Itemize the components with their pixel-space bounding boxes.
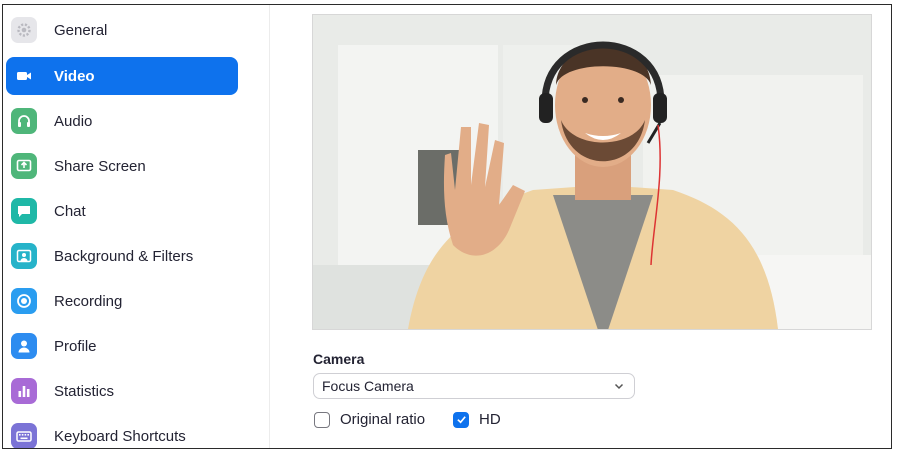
sidebar-item-share-screen[interactable]: Share Screen xyxy=(6,147,238,185)
settings-window: General Video Audio Share Screen Chat Ba… xyxy=(2,4,892,449)
video-settings-panel: Camera Focus Camera Original ratio HD xyxy=(269,5,891,448)
sidebar-item-video[interactable]: Video xyxy=(6,57,238,95)
sidebar-item-recording[interactable]: Recording xyxy=(6,282,238,320)
sidebar-item-statistics[interactable]: Statistics xyxy=(6,372,238,410)
chat-bubble-icon xyxy=(11,198,37,224)
sidebar-item-audio[interactable]: Audio xyxy=(6,102,238,140)
share-screen-icon xyxy=(11,153,37,179)
keyboard-icon xyxy=(11,423,37,448)
sidebar-item-general[interactable]: General xyxy=(6,11,238,49)
sidebar-item-label: Recording xyxy=(54,292,123,310)
camera-select[interactable]: Focus Camera xyxy=(313,373,635,399)
sidebar-item-label: Video xyxy=(54,67,95,85)
sidebar-item-profile[interactable]: Profile xyxy=(6,327,238,365)
checkbox-box[interactable] xyxy=(453,411,469,428)
gear-icon xyxy=(11,17,37,43)
sidebar-item-label: Chat xyxy=(54,202,86,220)
profile-person-icon xyxy=(11,333,37,359)
sidebar-item-keyboard-shortcuts[interactable]: Keyboard Shortcuts xyxy=(6,417,238,448)
settings-sidebar: General Video Audio Share Screen Chat Ba… xyxy=(3,5,270,448)
sidebar-item-label: Statistics xyxy=(54,382,115,400)
camera-preview xyxy=(312,14,872,330)
sidebar-item-label: Share Screen xyxy=(54,157,146,175)
headphones-icon xyxy=(11,108,37,134)
sidebar-item-label: Audio xyxy=(54,112,93,130)
sidebar-item-label: Profile xyxy=(54,337,97,355)
chevron-down-icon xyxy=(614,383,624,390)
checkbox-box[interactable] xyxy=(314,411,330,428)
background-person-icon xyxy=(11,243,37,269)
original-ratio-checkbox[interactable]: Original ratio xyxy=(314,411,425,428)
bar-chart-icon xyxy=(11,378,37,404)
camera-section-label: Camera xyxy=(313,351,365,367)
sidebar-item-label: General xyxy=(54,21,108,39)
sidebar-item-background-filters[interactable]: Background & Filters xyxy=(6,237,238,275)
hd-checkbox[interactable]: HD xyxy=(453,411,501,428)
video-camera-icon xyxy=(11,63,37,89)
sidebar-item-label: Background & Filters xyxy=(54,247,194,265)
hd-label: HD xyxy=(479,411,501,428)
record-icon xyxy=(11,288,37,314)
original-ratio-label: Original ratio xyxy=(340,411,426,428)
sidebar-item-label: Keyboard Shortcuts xyxy=(54,427,186,445)
camera-select-value: Focus Camera xyxy=(322,378,414,394)
checkmark-icon xyxy=(456,416,466,424)
sidebar-item-chat[interactable]: Chat xyxy=(6,192,238,230)
